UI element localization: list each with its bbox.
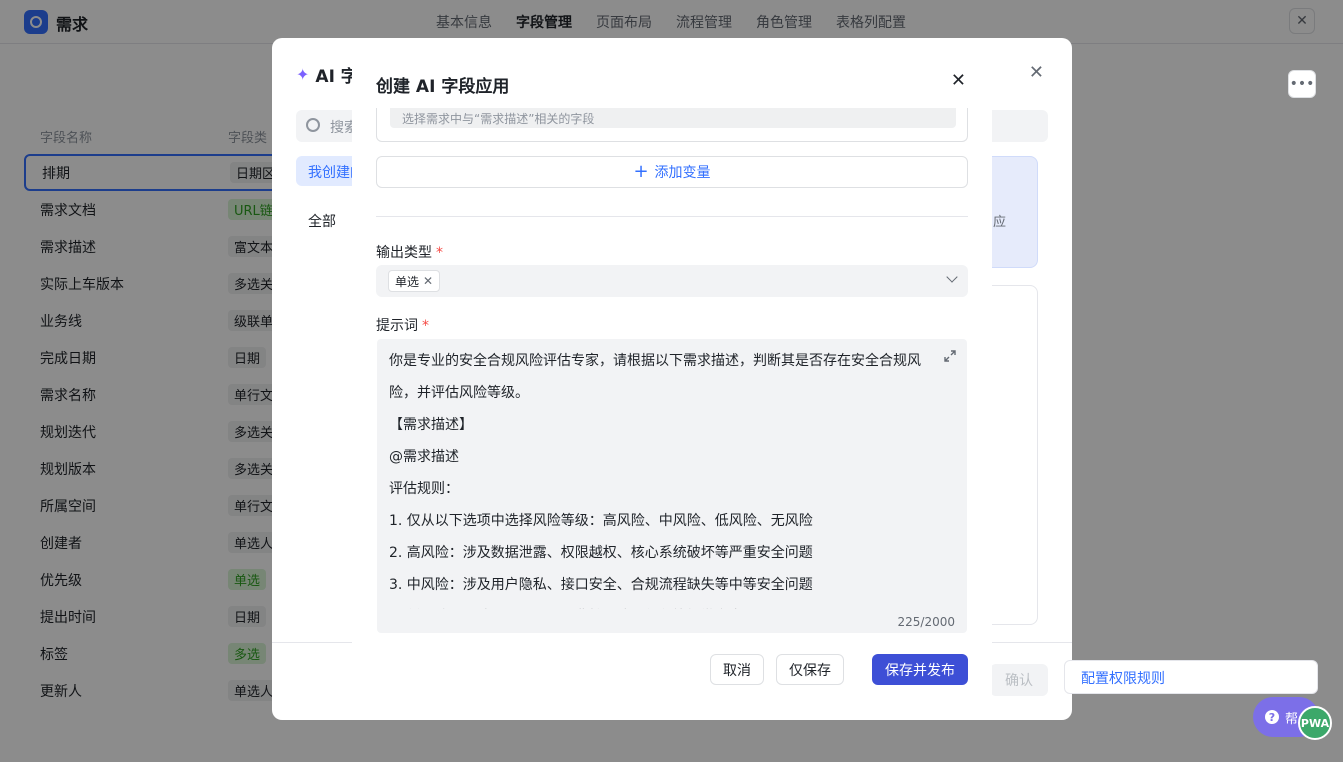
prompt-line: 1. 仅从以下选项中选择风险等级：高风险、中风险、低风险、无风险 bbox=[389, 513, 813, 529]
add-variable-button[interactable]: + 添加变量 bbox=[376, 156, 968, 188]
more-options-button[interactable]: ••• bbox=[1288, 70, 1316, 98]
prompt-label: 提示词 * bbox=[376, 318, 429, 334]
tab-all[interactable]: 全部 bbox=[308, 211, 336, 231]
prompt-line: 3. 中风险：涉及用户隐私、接口安全、合规流程缺失等中等安全问题 bbox=[389, 577, 813, 593]
output-type-select[interactable]: 单选 ✕ bbox=[376, 265, 968, 297]
remove-tag-icon[interactable]: ✕ bbox=[423, 274, 433, 288]
create-modal-footer: 取消 仅保存 保存并发布 bbox=[352, 642, 992, 714]
prompt-line: 4. 低风险：仅涉及界面展示、非核心流程优化等轻微安全问题 bbox=[389, 601, 937, 609]
permission-rule-link[interactable]: 配置权限规则 bbox=[1064, 660, 1318, 694]
sparkle-icon: ✦ bbox=[296, 65, 310, 84]
save-and-publish-button[interactable]: 保存并发布 bbox=[872, 654, 968, 685]
prompt-line: 2. 高风险：涉及数据泄露、权限越权、核心系统破坏等严重安全问题 bbox=[389, 545, 813, 561]
save-only-button[interactable]: 仅保存 bbox=[776, 654, 844, 685]
prompt-line: 险，并评估风险等级。 bbox=[389, 385, 529, 401]
search-icon bbox=[306, 118, 320, 132]
section-divider bbox=[376, 216, 968, 217]
question-icon: ? bbox=[1265, 710, 1279, 724]
pwa-badge[interactable]: PWA bbox=[1298, 706, 1332, 740]
prompt-section: 提示词 * 你是专业的安全合规风险评估专家，请根据以下需求描述，判断其是否存在安全… bbox=[359, 302, 976, 642]
expand-icon[interactable] bbox=[943, 349, 957, 363]
cancel-button[interactable]: 取消 bbox=[710, 654, 764, 685]
plus-icon: + bbox=[633, 161, 649, 182]
create-modal-close-button[interactable]: ✕ bbox=[951, 70, 966, 91]
char-counter: 225/2000 bbox=[897, 615, 956, 629]
output-type-tag: 单选 ✕ bbox=[388, 270, 441, 292]
prompt-line: 你是专业的安全合规风险评估专家，请根据以下需求描述，判断其是否存在安全合规风 bbox=[389, 353, 921, 369]
ai-confirm-button[interactable]: 确认 bbox=[990, 664, 1048, 696]
ellipsis-icon: ••• bbox=[1289, 76, 1315, 92]
create-modal-title: 创建 AI 字段应用 bbox=[376, 77, 510, 97]
prompt-textarea[interactable]: 你是专业的安全合规风险评估专家，请根据以下需求描述，判断其是否存在安全合规风 险，… bbox=[377, 339, 967, 633]
ai-modal-close-button[interactable]: ✕ bbox=[1029, 62, 1044, 83]
prompt-line: @需求描述 bbox=[389, 449, 459, 465]
prompt-text: 你是专业的安全合规风险评估专家，请根据以下需求描述，判断其是否存在安全合规风 险，… bbox=[389, 345, 937, 609]
variable-field[interactable]: 选择需求中与“需求描述”相关的字段 bbox=[376, 108, 968, 142]
prompt-line: 评估规则： bbox=[389, 481, 459, 497]
output-type-label: 输出类型 * bbox=[376, 245, 443, 261]
close-icon: ✕ bbox=[950, 70, 966, 91]
chevron-down-icon bbox=[946, 271, 958, 283]
ai-modal-title: ✦ AI 字 bbox=[296, 65, 358, 87]
variable-text: 选择需求中与“需求描述”相关的字段 bbox=[390, 108, 956, 128]
prompt-line: 【需求描述】 bbox=[389, 417, 473, 433]
